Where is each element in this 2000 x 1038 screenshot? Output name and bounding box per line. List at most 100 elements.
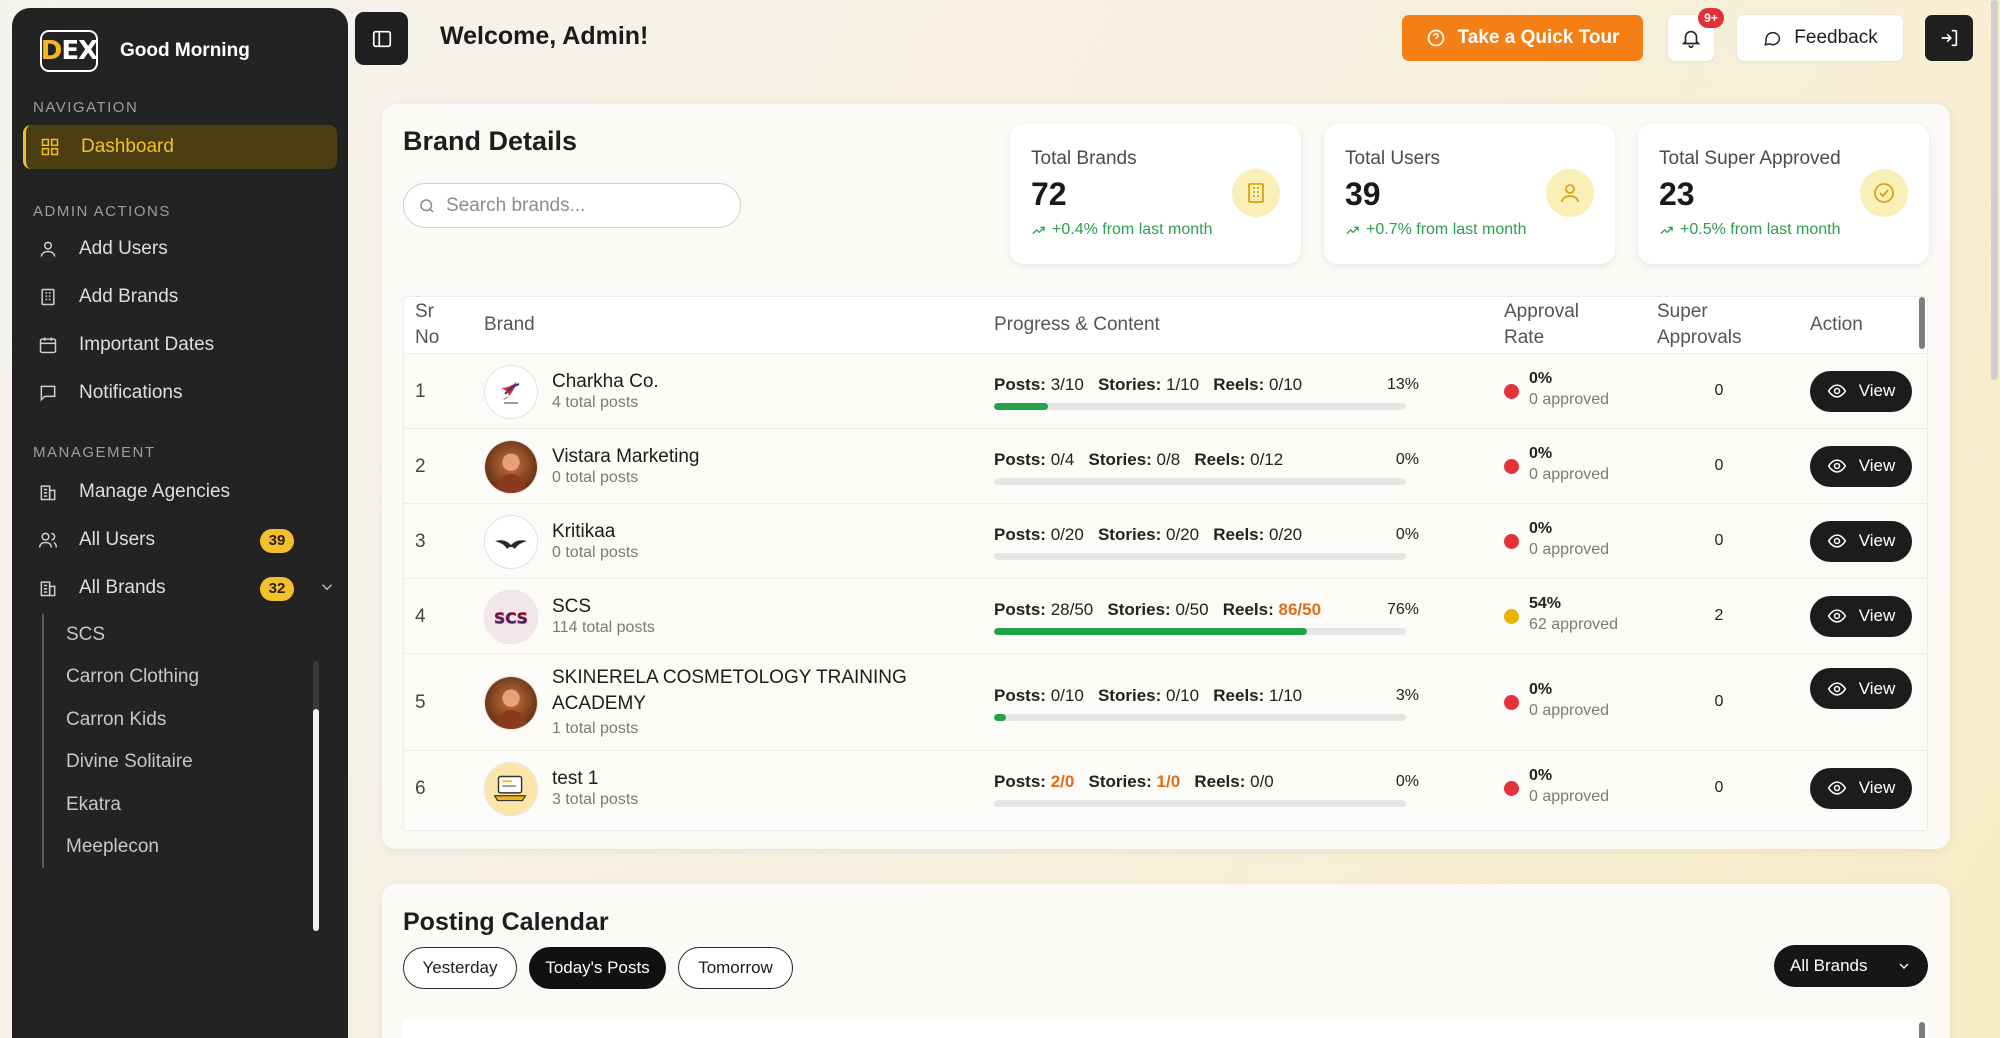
message-circle-icon: [1764, 31, 1781, 46]
feedback-label: Feedback: [1794, 27, 1878, 48]
sidebar-item-all-brands[interactable]: All Brands 32: [23, 566, 337, 610]
sidebar-item-important-dates[interactable]: Important Dates: [23, 323, 337, 367]
page-title: Welcome, Admin!: [440, 22, 649, 50]
calendar-scrollbar[interactable]: [1919, 1022, 1925, 1038]
column-header-super-approvals[interactable]: Super Approvals: [1657, 297, 1742, 353]
trending-up-icon: [1346, 226, 1359, 234]
row-sr-no: 2: [415, 455, 426, 477]
approval-count: 0 approved: [1529, 465, 1610, 483]
row-sr-no: 3: [415, 530, 426, 552]
content-count: 0/10: [1050, 685, 1084, 705]
eye-icon: [1827, 384, 1846, 398]
sidebar-subitem-brand[interactable]: Meeplecon: [44, 826, 348, 868]
approval-status-dot: [1504, 533, 1519, 549]
view-label: View: [1858, 531, 1896, 550]
sidebar-item-add-users[interactable]: Add Users: [23, 227, 337, 271]
section-title: Brand Details: [403, 126, 578, 156]
approval-percent: 0%: [1529, 680, 1553, 698]
brand-name[interactable]: Kritikaa: [552, 519, 615, 545]
brand-name[interactable]: Charkha Co.: [552, 369, 659, 395]
progress-percent: 13%: [1386, 375, 1419, 393]
table-row[interactable]: 2 Vistara Marketing 0 total posts Posts:…: [404, 428, 1927, 503]
table-row[interactable]: 3 Kritikaa 0 total posts Posts: 0/20 Sto…: [404, 503, 1927, 578]
brand-name[interactable]: Vistara Marketing: [552, 444, 700, 470]
app-logo[interactable]: D EX: [40, 30, 98, 72]
column-header-approval-rate[interactable]: Approval Rate: [1504, 297, 1579, 353]
brand-avatar: [484, 675, 538, 730]
brand-name[interactable]: SKINERELA COSMETOLOGY TRAINING ACADEMY: [552, 665, 907, 717]
sidebar-item-manage-agencies[interactable]: Manage Agencies: [23, 470, 337, 514]
sidebar-subitem-brand[interactable]: Carron Kids: [44, 699, 348, 741]
progress-bar: [994, 402, 1406, 410]
progress-percent: 0%: [1395, 525, 1419, 543]
tab-tomorrow[interactable]: Tomorrow: [678, 947, 793, 989]
sidebar-subitem-brand[interactable]: SCS: [44, 614, 348, 656]
table-row[interactable]: 4 SCS SCS 114 total posts Posts: 28/50 S…: [404, 578, 1927, 653]
view-button[interactable]: View: [1810, 767, 1912, 809]
logout-button[interactable]: [1925, 15, 1973, 61]
quick-tour-button[interactable]: Take a Quick Tour: [1402, 15, 1643, 61]
sidebar-toggle-button[interactable]: [355, 12, 408, 65]
sidebar-subitem-brand[interactable]: Divine Solitaire: [44, 741, 348, 783]
sidebar-item-label: Add Brands: [79, 286, 179, 307]
content-counts: Posts: 0/10 Stories: 0/10 Reels: 1/10: [994, 685, 1303, 705]
posting-calendar-card: Posting Calendar Yesterday Today's Posts…: [382, 884, 1950, 1038]
building-icon: [37, 481, 59, 503]
search-brands-field[interactable]: [403, 183, 741, 228]
approval-count: 62 approved: [1529, 615, 1618, 633]
sidebar-subitem-brand[interactable]: Carron Clothing: [44, 656, 348, 698]
approval-status-dot: [1504, 458, 1519, 474]
column-header-progress[interactable]: Progress & Content: [994, 297, 1160, 353]
view-label: View: [1858, 678, 1896, 698]
chevron-down-icon: [1899, 963, 1909, 969]
search-input[interactable]: [446, 194, 726, 217]
approval-status-dot: [1504, 694, 1519, 710]
progress-bar: [994, 477, 1406, 485]
content-count: 0/20: [1050, 524, 1084, 544]
sidebar-item-add-brands[interactable]: Add Brands: [23, 275, 337, 319]
submenu-scrollbar[interactable]: [313, 661, 319, 931]
progress-percent: 0%: [1395, 772, 1419, 790]
brand-name[interactable]: SCS: [552, 594, 591, 620]
brand-total-posts: 1 total posts: [552, 719, 639, 737]
content-count: 3/10: [1050, 374, 1084, 394]
content-counts: Posts: 0/20 Stories: 0/20 Reels: 0/20: [994, 524, 1303, 544]
super-approvals-count: 0: [1714, 381, 1724, 399]
greeting-text: Good Morning: [120, 40, 250, 61]
sidebar-item-all-users[interactable]: All Users 39: [23, 518, 337, 562]
section-title: Posting Calendar: [403, 908, 609, 936]
view-button[interactable]: View: [1810, 595, 1912, 637]
view-button[interactable]: View: [1810, 445, 1912, 487]
approval-count: 0 approved: [1529, 390, 1610, 408]
sidebar-item-notifications[interactable]: Notifications: [23, 371, 337, 415]
tab-yesterday[interactable]: Yesterday: [403, 947, 517, 989]
sidebar-subitem-brand[interactable]: Ekatra: [44, 784, 348, 826]
column-header-brand[interactable]: Brand: [484, 297, 535, 353]
column-header-sr-no[interactable]: Sr No: [415, 297, 439, 353]
scrollbar-thumb[interactable]: [313, 709, 319, 931]
brand-name[interactable]: test 1: [552, 766, 598, 792]
view-button[interactable]: View: [1810, 668, 1912, 709]
view-button[interactable]: View: [1810, 370, 1912, 412]
table-row[interactable]: 6 test 1 3 total posts Posts: 2/0 Storie…: [404, 750, 1927, 825]
super-approvals-count: 0: [1714, 531, 1724, 549]
panel-left-icon: [372, 30, 391, 47]
approval-status-dot: [1504, 608, 1519, 624]
view-button[interactable]: View: [1810, 520, 1912, 562]
table-row[interactable]: 5 SKINERELA COSMETOLOGY TRAINING ACADEMY …: [404, 653, 1927, 750]
tab-todays-posts[interactable]: Today's Posts: [529, 947, 666, 989]
column-header-action[interactable]: Action: [1810, 297, 1863, 353]
content-count: 0/50: [1175, 599, 1209, 619]
page-scrollbar[interactable]: [1991, 0, 1998, 380]
content-count: 0/8: [1156, 449, 1181, 469]
table-row[interactable]: 1 Charkha Co. 4 total posts Posts: 3/10 …: [404, 353, 1927, 428]
sidebar: D EX Good Morning NAVIGATION Dashboard AD…: [12, 8, 348, 1038]
brand-total-posts: 0 total posts: [552, 543, 639, 561]
table-scrollbar[interactable]: [1919, 297, 1925, 349]
content-count: 0/12: [1250, 449, 1284, 469]
feedback-button[interactable]: Feedback: [1737, 15, 1903, 61]
sidebar-item-dashboard[interactable]: Dashboard: [23, 125, 337, 169]
chevron-down-icon[interactable]: [318, 578, 336, 596]
approval-percent: 0%: [1529, 444, 1553, 462]
brand-filter-select[interactable]: All Brands: [1774, 945, 1928, 987]
